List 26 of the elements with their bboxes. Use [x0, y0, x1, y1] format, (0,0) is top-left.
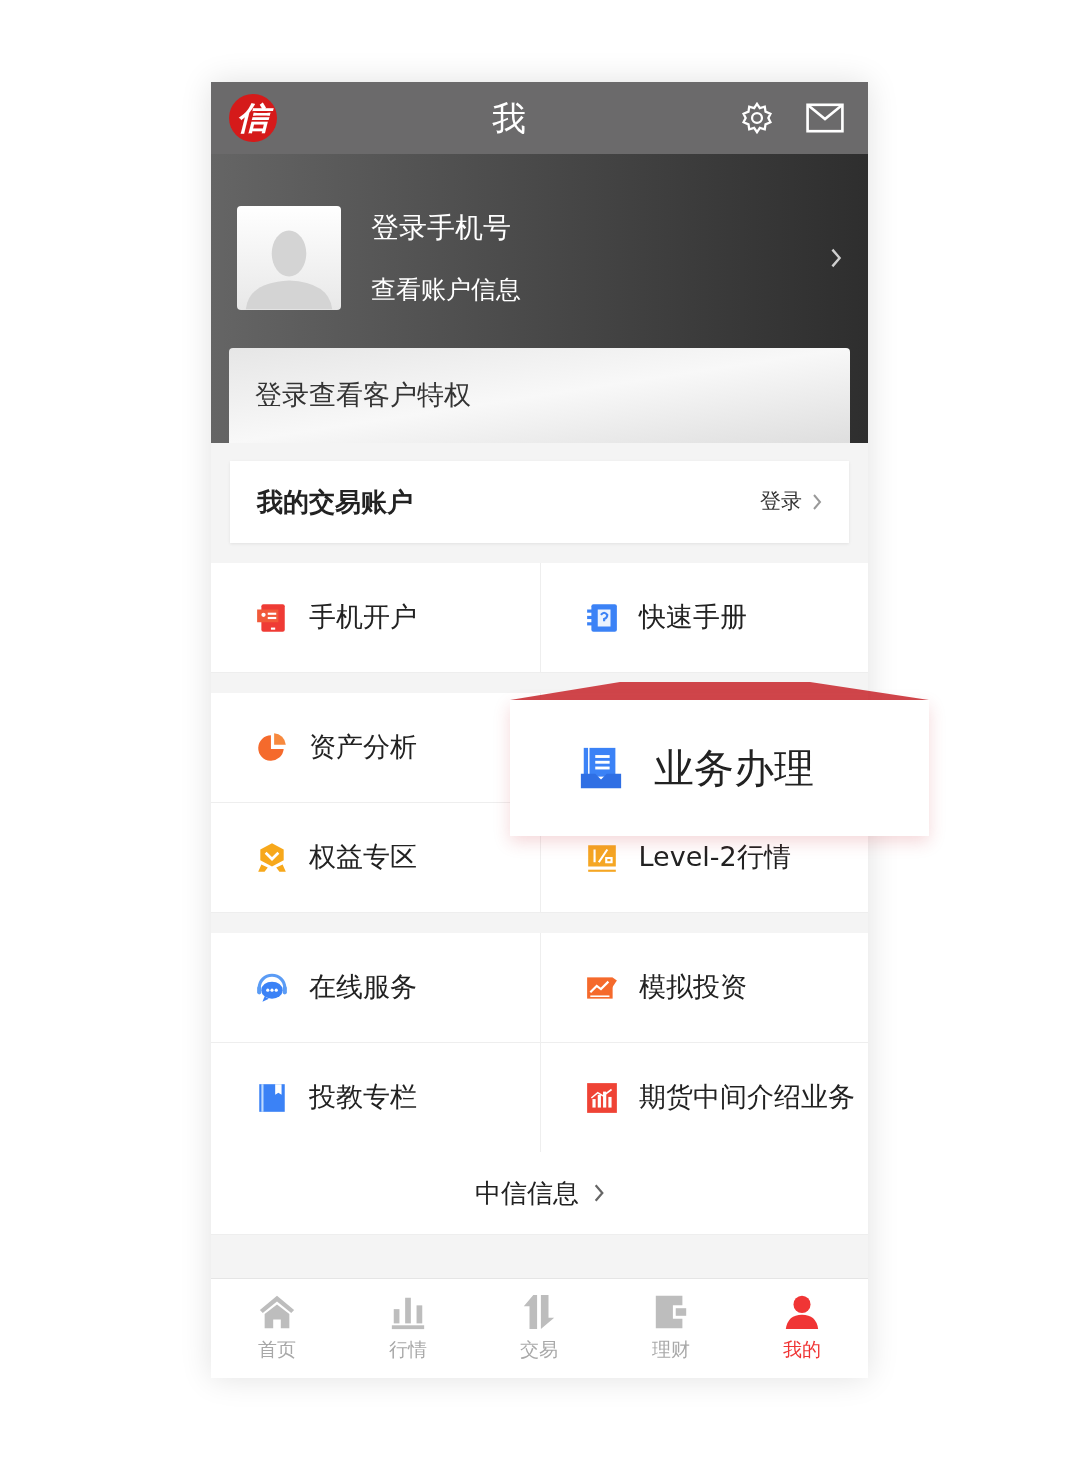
menu-item[interactable]: 权益专区: [255, 837, 417, 878]
menu-item[interactable]: 在线服务: [255, 967, 417, 1008]
chevron-right-icon: [592, 1183, 605, 1203]
info-link[interactable]: 中信信息: [211, 1152, 868, 1235]
bar-chart-icon: [584, 1080, 619, 1115]
menu-item[interactable]: 投教专栏: [255, 1077, 417, 1118]
privilege-banner[interactable]: 登录查看客户特权: [229, 348, 850, 443]
account-card[interactable]: 我的交易账户 登录: [230, 461, 849, 543]
page-title: 我: [490, 96, 527, 140]
login-phone-text[interactable]: 登录手机号: [371, 207, 830, 250]
menu-item[interactable]: 快速手册: [584, 597, 747, 638]
award-badge-icon: [255, 840, 289, 875]
menu-item[interactable]: 模拟投资: [584, 967, 747, 1008]
document-tray-icon: [578, 745, 624, 791]
chevron-right-icon: [812, 493, 822, 511]
menu-item[interactable]: 手机开户: [255, 597, 417, 638]
login-link[interactable]: 登录: [760, 486, 802, 518]
menu-item[interactable]: 资产分析: [255, 727, 417, 768]
logo[interactable]: 信: [229, 94, 277, 142]
settings-icon[interactable]: [740, 101, 774, 135]
tab-item[interactable]: 我的: [736, 1279, 868, 1378]
account-title: 我的交易账户: [257, 485, 414, 519]
chevron-right-icon: [830, 247, 842, 269]
account-info-text: 查看账户信息: [371, 274, 522, 307]
mail-icon[interactable]: [806, 103, 844, 133]
highlighted-menu-item[interactable]: 业务办理: [510, 700, 929, 836]
